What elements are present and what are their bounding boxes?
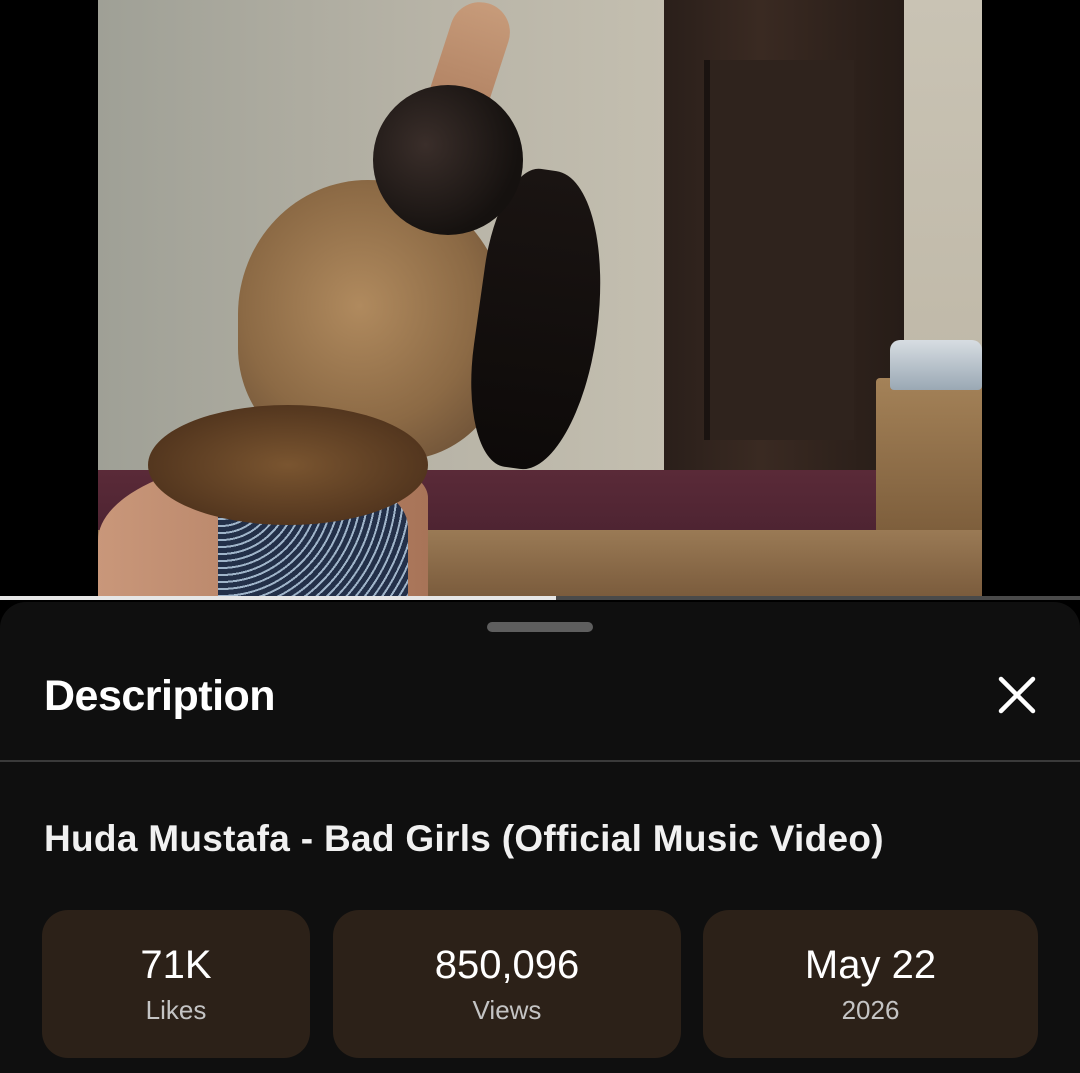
stat-date[interactable]: May 22 2026 bbox=[703, 910, 1038, 1058]
stat-likes[interactable]: 71K Likes bbox=[42, 910, 310, 1058]
stats-row: 71K Likes 850,096 Views May 22 2026 bbox=[42, 910, 1038, 1058]
video-frame[interactable] bbox=[98, 0, 982, 598]
video-scene-side-table bbox=[876, 378, 982, 538]
close-button[interactable] bbox=[988, 666, 1046, 724]
video-player[interactable] bbox=[0, 0, 1080, 600]
stat-label: 2026 bbox=[841, 994, 900, 1025]
stat-value: 850,096 bbox=[434, 942, 580, 987]
video-figure-fur bbox=[148, 405, 428, 525]
stat-label: Views bbox=[472, 994, 542, 1025]
divider bbox=[0, 760, 1080, 762]
stat-label: Likes bbox=[145, 994, 207, 1025]
progress-bar-fill bbox=[0, 596, 557, 600]
close-icon bbox=[998, 676, 1036, 714]
stat-views[interactable]: 850,096 Views bbox=[333, 910, 681, 1058]
drag-handle[interactable] bbox=[487, 622, 593, 632]
video-title: Huda Mustafa - Bad Girls (Official Music… bbox=[44, 818, 884, 859]
stat-value: May 22 bbox=[804, 942, 937, 987]
description-sheet: Description Huda Mustafa - Bad Girls (Of… bbox=[0, 602, 1080, 1073]
video-figure-head bbox=[373, 85, 523, 235]
video-scene-phone bbox=[890, 340, 982, 390]
video-scene-door bbox=[664, 0, 904, 475]
sheet-title: Description bbox=[44, 672, 276, 720]
progress-bar[interactable] bbox=[0, 596, 1080, 600]
stat-value: 71K bbox=[140, 942, 212, 987]
